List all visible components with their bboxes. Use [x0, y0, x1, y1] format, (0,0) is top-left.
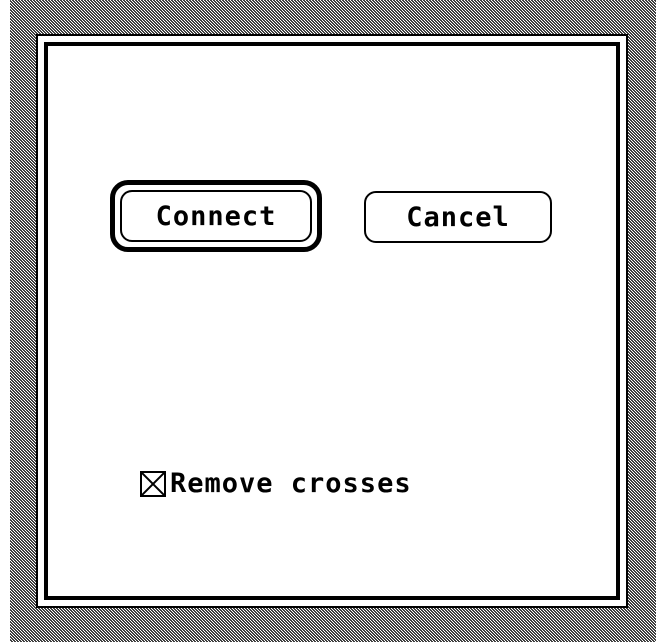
connect-button[interactable]: Connect — [120, 190, 312, 242]
cancel-button[interactable]: Cancel — [364, 191, 552, 243]
remove-crosses-label: Remove crosses — [170, 468, 412, 499]
connect-dialog — [36, 34, 628, 608]
dialog-frame — [44, 42, 620, 600]
desktop-edge — [0, 0, 10, 642]
checkbox-cross-icon — [142, 473, 164, 495]
remove-crosses-option[interactable]: Remove crosses — [140, 466, 412, 502]
remove-crosses-checkbox[interactable] — [140, 471, 166, 497]
